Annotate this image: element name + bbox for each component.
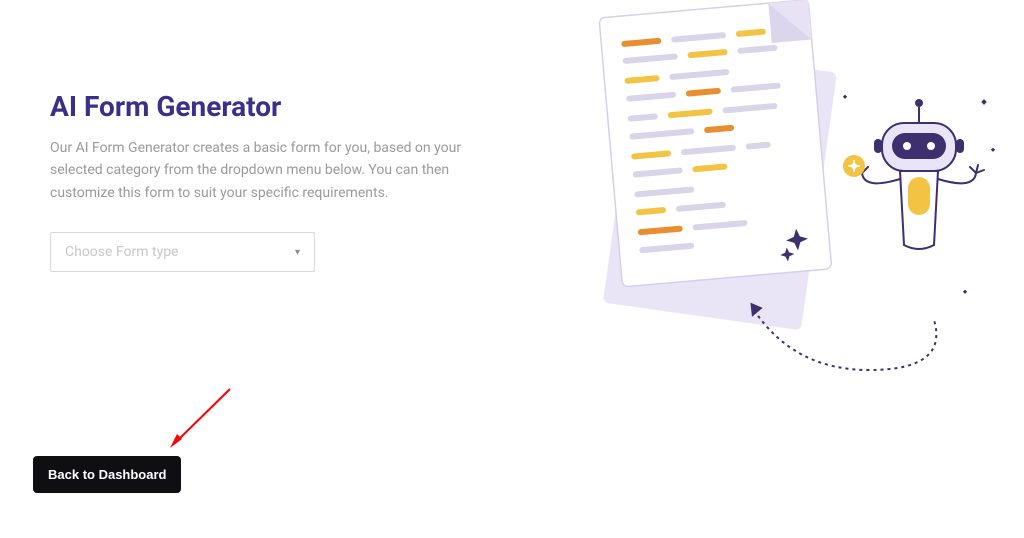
page-description: Our AI Form Generator creates a basic fo… <box>50 137 470 204</box>
back-to-dashboard-button[interactable]: Back to Dashboard <box>33 456 181 493</box>
document-robot-illustration <box>504 0 1004 400</box>
annotation-arrow-icon <box>168 384 238 458</box>
content-panel: AI Form Generator Our AI Form Generator … <box>50 75 480 272</box>
page-title: AI Form Generator <box>50 90 480 123</box>
form-type-dropdown[interactable]: Choose Form type ▾ <box>50 232 315 272</box>
chevron-down-icon: ▾ <box>295 247 300 258</box>
dropdown-placeholder: Choose Form type <box>65 244 178 260</box>
